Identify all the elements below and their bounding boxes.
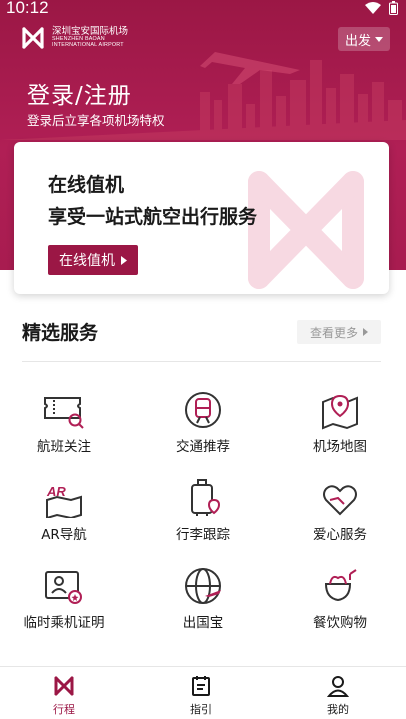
tab-trips[interactable]: 行程 [29, 673, 99, 717]
tab-label: 行程 [53, 703, 75, 716]
service-label: 交通推荐 [176, 439, 230, 455]
food-drink-icon [324, 569, 357, 602]
heart-hand-icon [323, 485, 357, 516]
service-label: 餐饮购物 [313, 615, 367, 631]
wifi-icon [365, 2, 381, 14]
departure-mode-select[interactable]: 出发 [338, 27, 390, 51]
checkin-button-label: 在线值机 [59, 253, 115, 269]
globe-plane-icon [185, 568, 221, 604]
luggage-icon [191, 479, 221, 516]
service-label: 航班关注 [37, 439, 91, 455]
status-time: 10:12 [6, 0, 49, 17]
service-label: 机场地图 [313, 439, 367, 455]
service-label: 行李跟踪 [176, 527, 230, 543]
card-heading: 在线值机 [48, 174, 125, 196]
service-ar-navigation[interactable]: AR AR导航 [4, 474, 124, 543]
service-dining-shopping[interactable]: 餐饮购物 [280, 562, 400, 631]
service-temporary-boarding-pass[interactable]: 临时乘机证明 [4, 562, 124, 631]
tab-guide[interactable]: 指引 [166, 673, 236, 717]
service-care[interactable]: 爱心服务 [280, 474, 400, 543]
login-subtitle: 登录后立享各项机场特权 [27, 113, 165, 128]
featured-services-title: 精选服务 [22, 322, 99, 344]
view-more-button[interactable]: 查看更多 [297, 320, 381, 344]
bottom-tab-bar: 行程 指引 我的 [0, 666, 406, 719]
service-flight-follow[interactable]: 航班关注 [4, 386, 124, 455]
tab-label: 我的 [327, 703, 349, 716]
service-transport[interactable]: 交通推荐 [143, 386, 263, 455]
status-bar: 10:12 [0, 0, 406, 20]
play-arrow-icon [121, 255, 127, 265]
airport-logo: 深圳宝安国际机场 SHENZHEN BAOAN INTERNATIONAL AI… [20, 25, 128, 51]
service-label: 临时乘机证明 [23, 615, 105, 631]
airport-logo-icon [22, 27, 44, 49]
tab-label: 指引 [190, 703, 212, 716]
service-going-abroad[interactable]: 出国宝 [143, 562, 263, 631]
ticket-search-icon [44, 397, 84, 429]
section-divider [22, 361, 381, 362]
online-checkin-button[interactable]: 在线值机 [48, 245, 138, 275]
card-subheading: 享受一站式航空出行服务 [48, 206, 258, 228]
card-watermark-logo [248, 171, 364, 289]
service-label: AR导航 [41, 527, 87, 543]
caret-down-icon [375, 36, 383, 42]
battery-icon [389, 1, 398, 15]
service-airport-map[interactable]: 机场地图 [280, 386, 400, 455]
airport-logo-icon [54, 676, 74, 696]
service-luggage-tracking[interactable]: 行李跟踪 [143, 474, 263, 543]
mode-select-label: 出发 [344, 33, 371, 49]
online-checkin-card[interactable]: 在线值机 享受一站式航空出行服务 在线值机 [14, 142, 389, 294]
service-label: 出国宝 [182, 615, 224, 631]
ar-map-icon: AR [46, 484, 82, 518]
id-card-icon [45, 571, 82, 604]
login-register-link[interactable]: 登录/注册 [27, 76, 132, 110]
profile-icon [327, 676, 349, 697]
logo-english-line-2: INTERNATIONAL AIRPORT [52, 41, 124, 48]
train-icon [185, 392, 221, 428]
view-more-label: 查看更多 [309, 325, 358, 340]
play-arrow-icon [363, 328, 368, 336]
guide-icon [192, 676, 210, 696]
service-label: 爱心服务 [313, 527, 367, 543]
tab-profile[interactable]: 我的 [303, 673, 373, 717]
map-pin-icon [322, 394, 358, 430]
